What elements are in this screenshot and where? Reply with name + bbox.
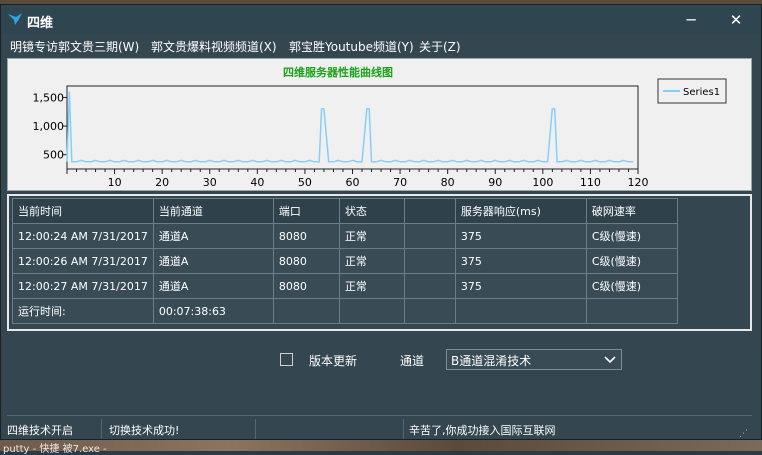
x-tick-label: 30 (203, 176, 217, 189)
x-tick-label: 110 (580, 176, 601, 189)
desktop-taskbar-strip (0, 440, 762, 451)
cell-speed[interactable]: C级(慢速) (585, 273, 678, 299)
chart-svg: 四维服务器性能曲线图 500 1,000 1,500 10 20 30 40 50 60 70 8… (33, 65, 727, 189)
plot-area (66, 85, 639, 170)
cell-status[interactable]: 正常 (338, 248, 405, 274)
table-row[interactable]: 12:00:27 AM 7/31/2017 通道A 8080 正常 375 C级… (12, 273, 678, 299)
cell-response[interactable]: 375 (454, 223, 587, 249)
status-divider (403, 419, 404, 439)
x-tick-label: 80 (441, 176, 455, 189)
channel-select-value: B通道混淆技术 (451, 354, 532, 368)
column-header-response[interactable]: 服务器响应(ms) (454, 198, 587, 224)
y-tick-label: 1,500 (33, 91, 65, 104)
version-update-label[interactable]: 版本更新 (309, 352, 357, 369)
menu-item-video-channel[interactable]: 郭文贵爆料视频频道(X) (151, 38, 277, 55)
bird-logo-icon (8, 13, 22, 25)
x-tick-label: 120 (628, 176, 649, 189)
chart-title: 四维服务器性能曲线图 (283, 65, 393, 79)
column-header-time[interactable]: 当前时间 (12, 198, 154, 224)
column-header-port[interactable]: 端口 (272, 198, 340, 224)
cell-time[interactable]: 12:00:26 AM 7/31/2017 (12, 248, 154, 274)
x-tick-label: 50 (298, 176, 312, 189)
window-title: 四维 (27, 16, 54, 31)
cell-time[interactable]: 12:00:27 AM 7/31/2017 (12, 273, 154, 299)
cell-port[interactable]: 8080 (272, 223, 340, 249)
desktop-taskbar-text: putty - 快捷 被7.exe - (3, 444, 107, 455)
runtime-empty-cell[interactable] (403, 298, 456, 324)
status-divider (255, 419, 256, 439)
status-divider (101, 419, 102, 439)
status-bar-separator (7, 415, 752, 416)
menu-item-interview[interactable]: 明镜专访郭文贵三期(W) (10, 38, 139, 55)
x-tick-label: 20 (155, 176, 169, 189)
column-header-speed[interactable]: 破网速率 (585, 198, 678, 224)
table-header-row: 当前时间 当前通道 端口 状态 服务器响应(ms) 破网速率 (12, 198, 678, 224)
cell-blank[interactable] (403, 248, 456, 274)
version-update-checkbox[interactable] (280, 353, 293, 366)
column-header-status[interactable]: 状态 (338, 198, 405, 224)
table-row[interactable]: 12:00:26 AM 7/31/2017 通道A 8080 正常 375 C级… (12, 248, 678, 274)
cell-response[interactable]: 375 (454, 273, 587, 299)
status-switch-success: 切换技术成功! (109, 424, 180, 437)
runtime-value[interactable]: 00:07:38:63 (152, 298, 274, 324)
cell-time[interactable]: 12:00:24 AM 7/31/2017 (12, 223, 154, 249)
x-tick-label: 100 (532, 176, 553, 189)
column-header-blank[interactable] (403, 198, 456, 224)
runtime-empty-cell[interactable] (272, 298, 340, 324)
runtime-empty-cell[interactable] (338, 298, 405, 324)
cell-channel[interactable]: 通道A (152, 223, 274, 249)
legend-label: Series1 (683, 87, 720, 98)
title-bar[interactable]: 四维 ─ ✕ (1, 5, 761, 35)
runtime-label: 运行时间: (12, 298, 154, 324)
cell-channel[interactable]: 通道A (152, 248, 274, 274)
cell-speed[interactable]: C级(慢速) (585, 248, 678, 274)
x-tick-label: 60 (346, 176, 360, 189)
menu-bar: 明镜专访郭文贵三期(W) 郭文贵爆料视频频道(X) 郭宝胜Youtube频道(Y… (1, 35, 761, 57)
performance-chart: 四维服务器性能曲线图 500 1,000 1,500 10 20 30 40 50 60 70 8… (7, 58, 752, 191)
menu-item-about[interactable]: 关于(Z) (419, 38, 461, 55)
cell-blank[interactable] (403, 223, 456, 249)
runtime-empty-cell[interactable] (585, 298, 678, 324)
status-grid: 当前时间 当前通道 端口 状态 服务器响应(ms) 破网速率 12:00:24 … (7, 194, 752, 331)
x-tick-label: 90 (488, 176, 502, 189)
x-tick-label: 10 (108, 176, 122, 189)
close-button[interactable]: ✕ (723, 8, 749, 32)
minimize-button[interactable]: ─ (678, 8, 704, 32)
channel-label: 通道 (400, 354, 425, 368)
cell-status[interactable]: 正常 (338, 223, 405, 249)
cell-port[interactable]: 8080 (272, 248, 340, 274)
cell-status[interactable]: 正常 (338, 273, 405, 299)
x-tick-label: 70 (393, 176, 407, 189)
cell-port[interactable]: 8080 (272, 273, 340, 299)
status-connected: 辛苦了,你成功接入国际互联网 (409, 424, 556, 437)
runtime-empty-cell[interactable] (454, 298, 587, 324)
y-tick-label: 1,000 (33, 120, 65, 133)
channel-select[interactable]: B通道混淆技术 (446, 349, 622, 370)
table-row[interactable]: 12:00:24 AM 7/31/2017 通道A 8080 正常 375 C级… (12, 223, 678, 249)
cell-channel[interactable]: 通道A (152, 273, 274, 299)
y-tick-label: 500 (43, 149, 64, 162)
cell-blank[interactable] (403, 273, 456, 299)
resize-grip-icon[interactable]: ⋰ (739, 429, 748, 439)
menu-item-youtube-channel[interactable]: 郭宝胜Youtube频道(Y) (289, 38, 414, 55)
column-header-channel[interactable]: 当前通道 (152, 198, 274, 224)
main-window: 四维 ─ ✕ 明镜专访郭文贵三期(W) 郭文贵爆料视频频道(X) 郭宝胜Yout… (0, 4, 762, 440)
status-tech-enabled: 四维技术开启 (7, 424, 73, 437)
cell-speed[interactable]: C级(慢速) (585, 223, 678, 249)
cell-response[interactable]: 375 (454, 248, 587, 274)
x-tick-label: 40 (250, 176, 264, 189)
runtime-row[interactable]: 运行时间: 00:07:38:63 (12, 298, 678, 324)
channel-table: 当前时间 当前通道 端口 状态 服务器响应(ms) 破网速率 12:00:24 … (12, 198, 678, 324)
chevron-down-icon (604, 356, 616, 364)
